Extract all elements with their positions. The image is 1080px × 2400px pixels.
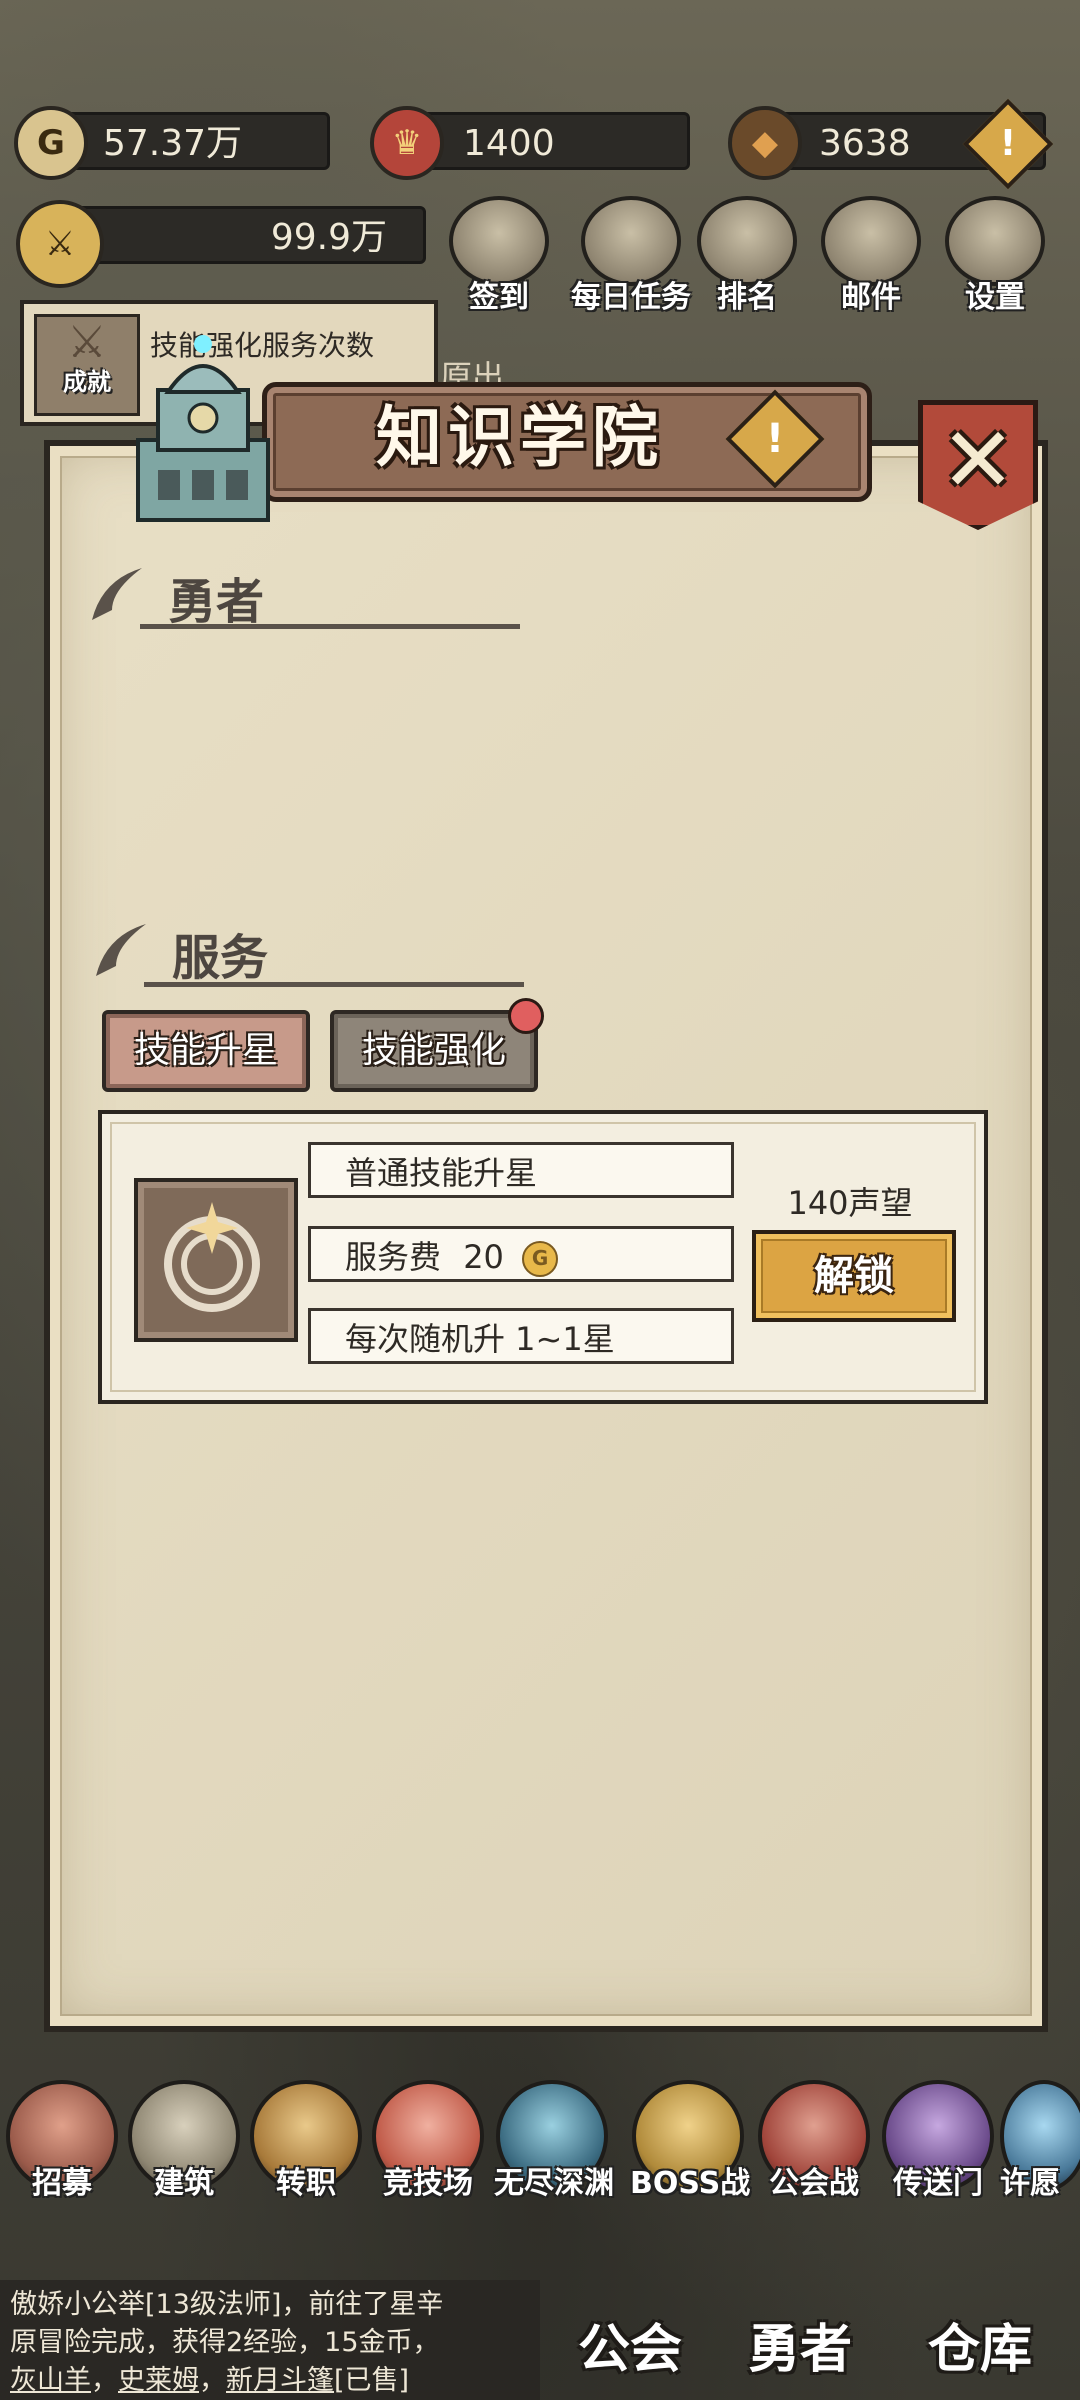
checkin-button[interactable]: 签到 bbox=[444, 196, 554, 316]
section-service-title: 服务 bbox=[172, 930, 269, 986]
main-tab-warehouse[interactable]: 仓库 bbox=[880, 2300, 1080, 2400]
loot-link-goat[interactable]: 灰山羊 bbox=[10, 2365, 91, 2396]
nav-boss-button[interactable]: BOSS战 bbox=[630, 2080, 750, 2201]
power-bar: 99.9万 bbox=[62, 206, 426, 264]
settings-button[interactable]: 设置 bbox=[940, 196, 1050, 316]
event-log[interactable]: 傲娇小公举[13级法师]，前往了星辛 原冒险完成，获得2经验，15金币， 灰山羊… bbox=[0, 2280, 540, 2400]
reputation-cost: 140声望 bbox=[787, 1184, 913, 1222]
loot-link-slime[interactable]: 史莱姆 bbox=[118, 2365, 199, 2396]
close-icon: ✕ bbox=[940, 407, 1016, 513]
power-emblem-icon: ⚔ bbox=[16, 200, 104, 288]
ranking-button[interactable]: 排名 bbox=[692, 196, 802, 316]
nav-job-change-button[interactable]: 转职 bbox=[248, 2080, 364, 2201]
sold-tag: [已售] bbox=[334, 2365, 410, 2396]
log-line-3: 灰山羊，史莱姆，新月斗篷[已售] bbox=[10, 2365, 410, 2396]
log-line-2: 原冒险完成，获得2经验，15金币， bbox=[10, 2327, 440, 2358]
section-service-divider bbox=[144, 982, 524, 987]
section-hero-divider bbox=[140, 624, 520, 629]
nav-recruit-button[interactable]: 招募 bbox=[4, 2080, 120, 2201]
service-name-field: 普通技能升星 bbox=[308, 1142, 734, 1198]
gold-value: 57.37万 bbox=[103, 123, 243, 164]
tab-skill-star-up[interactable]: 技能升星 bbox=[102, 1010, 310, 1092]
section-hero-ornament-icon bbox=[92, 568, 142, 620]
gold-coin-icon: G bbox=[14, 106, 88, 180]
log-line-1: 傲娇小公举[13级法师]，前往了星辛 bbox=[10, 2289, 444, 2320]
loot-link-cloak[interactable]: 新月斗篷 bbox=[226, 2365, 334, 2396]
academy-building-icon bbox=[136, 335, 270, 522]
notification-badge bbox=[508, 998, 544, 1034]
panel-title: 知识学院 bbox=[376, 398, 664, 476]
skill-star-icon bbox=[134, 1178, 298, 1342]
power-value: 99.9万 bbox=[270, 217, 387, 258]
honor-shield-icon: ♛ bbox=[370, 106, 444, 180]
service-fee-field: 服务费 20 G bbox=[308, 1226, 734, 1282]
honor-value: 1400 bbox=[463, 123, 555, 164]
nav-arena-button[interactable]: 竞技场 bbox=[370, 2080, 486, 2201]
main-tab-guild[interactable]: 公会 bbox=[540, 2300, 720, 2400]
unlock-button[interactable]: 解锁 bbox=[752, 1230, 956, 1322]
service-effect-field: 每次随机升 1~1星 bbox=[308, 1308, 734, 1364]
main-tab-hero[interactable]: 勇者 bbox=[710, 2300, 890, 2400]
nav-portal-button[interactable]: 传送门 bbox=[880, 2080, 996, 2201]
section-service-ornament-icon bbox=[96, 924, 146, 976]
energy-value: 3638 bbox=[819, 123, 911, 164]
gold-coin-icon: G bbox=[522, 1241, 559, 1277]
section-hero-title: 勇者 bbox=[168, 574, 265, 630]
nav-build-button[interactable]: 建筑 bbox=[126, 2080, 242, 2201]
daily-tasks-button[interactable]: 每日任务 bbox=[566, 196, 696, 316]
tab-skill-enhance[interactable]: 技能强化 bbox=[330, 1010, 538, 1092]
energy-crystal-icon: ◆ bbox=[728, 106, 802, 180]
nav-abyss-button[interactable]: 无尽深渊 bbox=[494, 2080, 614, 2201]
mail-button[interactable]: 邮件 bbox=[816, 196, 926, 316]
nav-wish-button[interactable]: 许愿 bbox=[1000, 2080, 1080, 2201]
nav-guild-war-button[interactable]: 公会战 bbox=[756, 2080, 872, 2201]
